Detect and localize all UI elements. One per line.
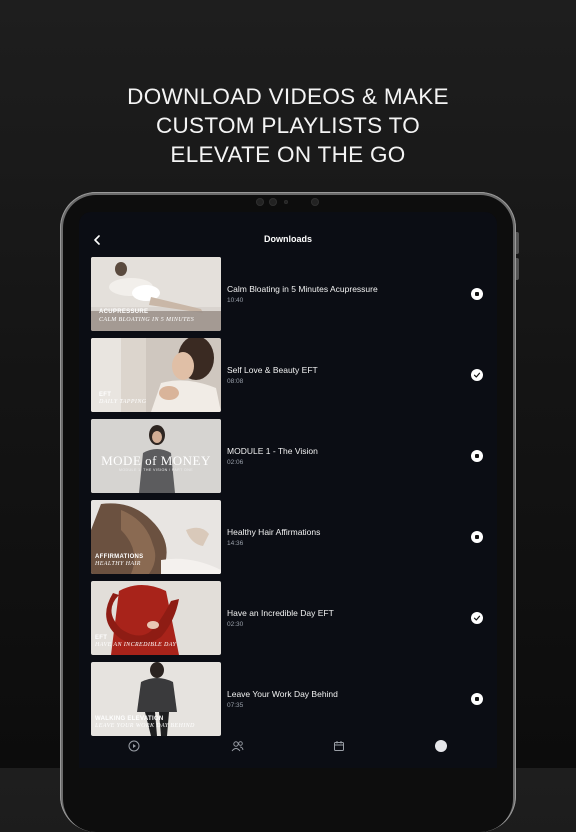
camera-lens — [269, 198, 277, 206]
calendar-icon — [334, 741, 344, 751]
stop-icon — [475, 697, 479, 701]
volume-button — [516, 232, 519, 254]
promo-line-2: CUSTOM PLAYLISTS TO — [155, 113, 421, 138]
video-title: Have an Incredible Day EFT — [227, 608, 334, 618]
video-title: MODULE 1 - The Vision — [227, 446, 318, 456]
thumbnail-caption: WALKING ELEVATION — [95, 716, 164, 722]
video-thumbnail: MODE of MONEY MODULE 1: THE VISION / PAR… — [91, 419, 221, 493]
download-item-5[interactable]: EFT HAVE AN INCREDIBLE DAY Have an Incre… — [79, 581, 497, 655]
profile-avatar — [435, 740, 447, 752]
video-thumbnail: ACUPRESSURE CALM BLOATING IN 5 MINUTES — [91, 257, 221, 331]
stop-download-button[interactable] — [471, 450, 483, 462]
video-thumbnail: AFFIRMATIONS HEALTHY HAIR — [91, 500, 221, 574]
download-item-6[interactable]: WALKING ELEVATION LEAVE YOUR WORK DAY BE… — [79, 662, 497, 736]
stop-icon — [475, 454, 479, 458]
thumbnail-subcaption: HEALTHY HAIR — [95, 561, 141, 567]
sensor-dot-2 — [311, 198, 319, 206]
video-thumbnail: EFT HAVE AN INCREDIBLE DAY — [91, 581, 221, 655]
thumbnail-subcaption: LEAVE YOUR WORK DAY BEHIND — [95, 723, 195, 729]
video-duration: 02:30 — [227, 621, 244, 628]
download-item-2[interactable]: EFT DAILY TAPPING Self Love & Beauty EFT… — [79, 338, 497, 412]
thumbnail-subcaption: MODULE 1: THE VISION / PART ONE — [118, 468, 194, 472]
thumbnail-caption: AFFIRMATIONS — [95, 554, 144, 560]
video-duration: 14:36 — [227, 540, 244, 547]
stop-download-button[interactable] — [471, 693, 483, 705]
video-title: Leave Your Work Day Behind — [227, 689, 338, 699]
sensor-dot-small — [284, 200, 288, 204]
tab-community[interactable] — [227, 738, 247, 754]
stop-download-button[interactable] — [471, 531, 483, 543]
tab-calendar[interactable] — [329, 738, 349, 754]
video-duration: 10:40 — [227, 297, 244, 304]
thumbnail-subcaption: HAVE AN INCREDIBLE DAY — [95, 642, 177, 648]
tab-bar — [79, 738, 497, 768]
video-title: Self Love & Beauty EFT — [227, 365, 318, 375]
promo-headline: DOWNLOAD VIDEOS & MAKE CUSTOM PLAYLISTS … — [0, 82, 576, 169]
thumbnail-caption: EFT — [95, 635, 108, 641]
thumbnail-caption: ACUPRESSURE — [99, 309, 149, 315]
promo-line-3: ELEVATE ON THE GO — [170, 142, 406, 167]
video-title: Healthy Hair Affirmations — [227, 527, 321, 537]
downloaded-indicator[interactable] — [471, 612, 483, 624]
promo-line-1: DOWNLOAD VIDEOS & MAKE — [127, 84, 449, 109]
people-icon — [231, 741, 243, 752]
video-duration: 02:06 — [227, 459, 244, 466]
thumbnail-subcaption: CALM BLOATING IN 5 MINUTES — [99, 317, 195, 323]
stop-icon — [475, 292, 479, 296]
checkmark-icon — [473, 615, 481, 621]
video-duration: 07:35 — [227, 702, 244, 709]
thumbnail-title: MODE of MONEY — [101, 453, 211, 468]
video-duration: 08:08 — [227, 378, 244, 385]
app-screen: Downloads ACUPRESSURE CALM BLOATING IN 5… — [79, 212, 497, 768]
stop-download-button[interactable] — [471, 288, 483, 300]
download-item-1[interactable]: ACUPRESSURE CALM BLOATING IN 5 MINUTES C… — [79, 257, 497, 331]
volume-button-2 — [516, 258, 519, 280]
nav-bar: Downloads — [79, 230, 497, 250]
sensor-dot — [256, 198, 264, 206]
thumbnail-caption: EFT — [99, 392, 112, 398]
download-item-4[interactable]: AFFIRMATIONS HEALTHY HAIR Healthy Hair A… — [79, 500, 497, 574]
video-thumbnail: EFT DAILY TAPPING — [91, 338, 221, 412]
tab-profile[interactable] — [431, 738, 451, 754]
screen-title: Downloads — [263, 234, 312, 244]
video-thumbnail: WALKING ELEVATION LEAVE YOUR WORK DAY BE… — [91, 662, 221, 736]
thumbnail-subcaption: DAILY TAPPING — [99, 399, 147, 405]
play-circle-icon — [128, 740, 140, 752]
stop-icon — [475, 535, 479, 539]
checkmark-icon — [473, 372, 481, 378]
download-item-3[interactable]: MODE of MONEY MODULE 1: THE VISION / PAR… — [79, 419, 497, 493]
tab-videos[interactable] — [124, 738, 144, 754]
video-title: Calm Bloating in 5 Minutes Acupressure — [227, 284, 378, 294]
downloaded-indicator[interactable] — [471, 369, 483, 381]
